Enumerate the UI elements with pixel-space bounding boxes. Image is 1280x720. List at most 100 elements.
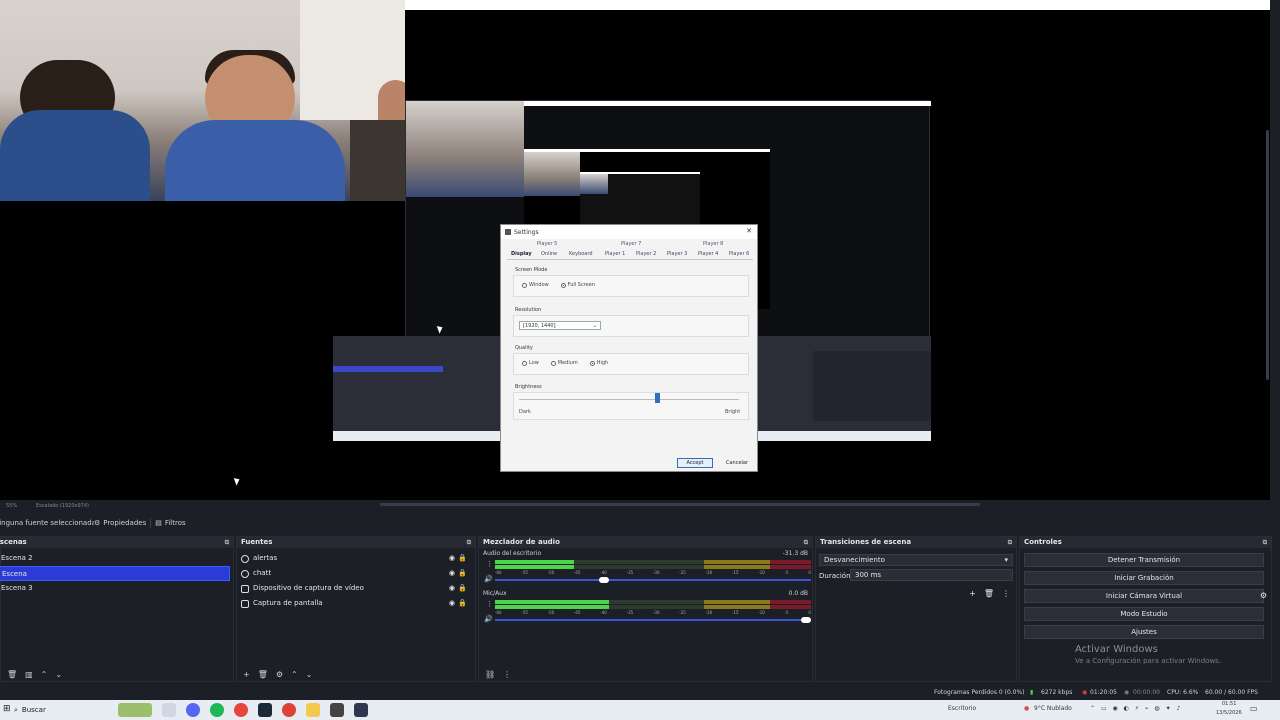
eye-icon[interactable]: ◉ xyxy=(449,596,455,611)
more-icon[interactable]: ⋮ xyxy=(503,670,511,679)
lock-icon[interactable]: 🔒 xyxy=(458,596,467,611)
filters-button[interactable]: ▤ Filtros xyxy=(155,519,185,527)
tab-player-2[interactable]: Player 2 xyxy=(636,251,656,257)
duration-input[interactable]: 300 ms xyxy=(850,569,1013,581)
tab-online[interactable]: Online xyxy=(541,251,557,257)
radio-high[interactable]: High xyxy=(589,360,608,366)
trash-icon[interactable]: 🗑 xyxy=(984,589,994,598)
trash-icon[interactable]: 🗑 xyxy=(258,670,268,679)
volume-slider[interactable] xyxy=(495,617,811,623)
browser-icon[interactable] xyxy=(234,703,248,717)
desktop-label[interactable]: Escritorio xyxy=(948,705,976,712)
zoom-level[interactable]: 55% xyxy=(6,503,17,509)
steam-icon[interactable] xyxy=(258,703,272,717)
brightness-slider-thumb[interactable] xyxy=(655,393,661,403)
tab-player-5[interactable]: Player 5 xyxy=(537,241,557,247)
windows-start-icon[interactable]: ⊞ xyxy=(3,704,11,714)
resolution-select[interactable]: [1920, 1440] ⌄ xyxy=(519,321,601,330)
radio-full-screen[interactable]: Full Screen xyxy=(560,282,595,288)
add-icon[interactable]: + xyxy=(969,589,976,598)
properties-button[interactable]: ⚙ Propiedades xyxy=(94,519,146,527)
discord-icon[interactable] xyxy=(186,703,200,717)
move-down-icon[interactable]: ⌄ xyxy=(55,670,62,679)
radio-window[interactable]: Window xyxy=(522,282,549,288)
close-icon[interactable]: ✕ xyxy=(746,227,752,235)
lock-icon[interactable]: 🔒 xyxy=(458,566,467,581)
add-icon[interactable]: + xyxy=(243,670,250,679)
taskbar-search[interactable]: ⌕ Buscar xyxy=(14,703,134,717)
settings-button[interactable]: Ajustes xyxy=(1024,625,1264,639)
tab-display[interactable]: Display xyxy=(511,251,532,257)
dock-popout-icon[interactable]: ⧉ xyxy=(1008,537,1012,548)
scale-mode[interactable]: Escalado (1920x974) xyxy=(36,503,89,509)
obs-icon[interactable] xyxy=(354,703,368,717)
more-icon[interactable]: ⋮ xyxy=(1002,589,1010,598)
dock-popout-icon[interactable]: ⧉ xyxy=(1263,537,1267,548)
vertical-scrollbar[interactable] xyxy=(1266,130,1269,380)
tick-label: -35 xyxy=(626,610,634,615)
eye-icon[interactable]: ◉ xyxy=(449,581,455,596)
tab-keyboard[interactable]: Keyboard xyxy=(569,251,593,257)
dock-popout-icon[interactable]: ⧉ xyxy=(225,537,229,548)
tick-label: -20 xyxy=(705,610,713,615)
accept-button[interactable]: Accept xyxy=(677,458,713,468)
radio-medium[interactable]: Medium xyxy=(550,360,578,366)
source-item[interactable]: chatt ◉ 🔒 xyxy=(237,566,475,581)
more-icon[interactable]: ⋮ xyxy=(486,600,493,608)
tab-player-4[interactable]: Player 4 xyxy=(698,251,718,257)
tick-label: -10 xyxy=(758,570,765,575)
source-item[interactable]: Dispositivo de captura de vídeo ◉ 🔒 xyxy=(237,581,475,596)
stop-stream-button[interactable]: Detener Transmisión xyxy=(1024,553,1264,567)
cancel-button[interactable]: Cancelar xyxy=(719,458,755,468)
more-icon[interactable]: ⋮ xyxy=(486,560,493,568)
move-up-icon[interactable]: ⌃ xyxy=(291,670,298,679)
gear-icon[interactable]: ⚙ xyxy=(1260,591,1267,600)
task-view-icon[interactable] xyxy=(162,703,176,717)
move-up-icon[interactable]: ⌃ xyxy=(41,670,48,679)
tab-player-7[interactable]: Player 7 xyxy=(621,241,641,247)
radio-low[interactable]: Low xyxy=(522,360,539,366)
dock-popout-icon[interactable]: ⧉ xyxy=(804,537,808,548)
fps: 60.00 / 60.00 FPS xyxy=(1205,689,1258,696)
scene-item[interactable]: Escena 3 xyxy=(0,581,233,596)
start-recording-button[interactable]: Iniciar Grabación xyxy=(1024,571,1264,585)
brightness-slider-track[interactable] xyxy=(519,399,739,400)
eye-icon[interactable]: ◉ xyxy=(449,551,455,566)
lock-icon[interactable]: 🔒 xyxy=(458,551,467,566)
terminal-icon[interactable] xyxy=(330,703,344,717)
weather-text[interactable]: 9°C Nublado xyxy=(1034,705,1072,712)
horizontal-scrollbar[interactable] xyxy=(380,503,980,506)
scenes-title: Escenas xyxy=(0,538,27,546)
file-explorer-icon[interactable] xyxy=(306,703,320,717)
source-item[interactable]: Captura de pantalla ◉ 🔒 xyxy=(237,596,475,611)
chrome-icon[interactable] xyxy=(282,703,296,717)
dock-popout-icon[interactable]: ⧉ xyxy=(467,537,471,548)
system-tray-icons[interactable]: ⌃ ▭ ◉ ◐ ⚡ ⌁ ◍ ✦ ♪ xyxy=(1090,705,1182,712)
spotify-icon[interactable] xyxy=(210,703,224,717)
gear-icon[interactable]: ⚙ xyxy=(276,670,283,679)
move-down-icon[interactable]: ⌄ xyxy=(306,670,313,679)
start-virtual-camera-button[interactable]: Iniciar Cámara Virtual xyxy=(1024,589,1264,603)
tab-player-6[interactable]: Player 6 xyxy=(729,251,749,257)
speaker-icon[interactable]: 🔊 xyxy=(484,575,493,583)
clock-time[interactable]: 01:51 xyxy=(1222,701,1236,707)
tick-label: -45 xyxy=(573,570,581,575)
speaker-icon[interactable]: 🔊 xyxy=(484,615,493,623)
eye-icon[interactable]: ◉ xyxy=(449,566,455,581)
tab-player-8[interactable]: Player 8 xyxy=(703,241,723,247)
tab-player-3[interactable]: Player 3 xyxy=(667,251,687,257)
tick-label: 0 xyxy=(808,570,811,575)
lock-icon[interactable]: 🔒 xyxy=(458,581,467,596)
notification-icon[interactable]: ▭ xyxy=(1250,704,1258,713)
scene-filter-icon[interactable]: ▥ xyxy=(25,670,33,679)
scene-item[interactable]: Escena 2 xyxy=(0,551,233,566)
tab-player-1[interactable]: Player 1 xyxy=(605,251,625,257)
transition-select[interactable]: Desvanecimiento ▾ xyxy=(819,554,1013,566)
studio-mode-button[interactable]: Modo Estudio xyxy=(1024,607,1264,621)
link-icon[interactable]: ⛓ xyxy=(485,670,495,679)
clock-date[interactable]: 13/5/2026 xyxy=(1216,710,1242,716)
source-item[interactable]: alertas ◉ 🔒 xyxy=(237,551,475,566)
volume-slider[interactable] xyxy=(495,577,811,583)
trash-icon[interactable]: 🗑 xyxy=(7,670,17,679)
scene-item-selected[interactable]: Escena xyxy=(0,566,230,581)
